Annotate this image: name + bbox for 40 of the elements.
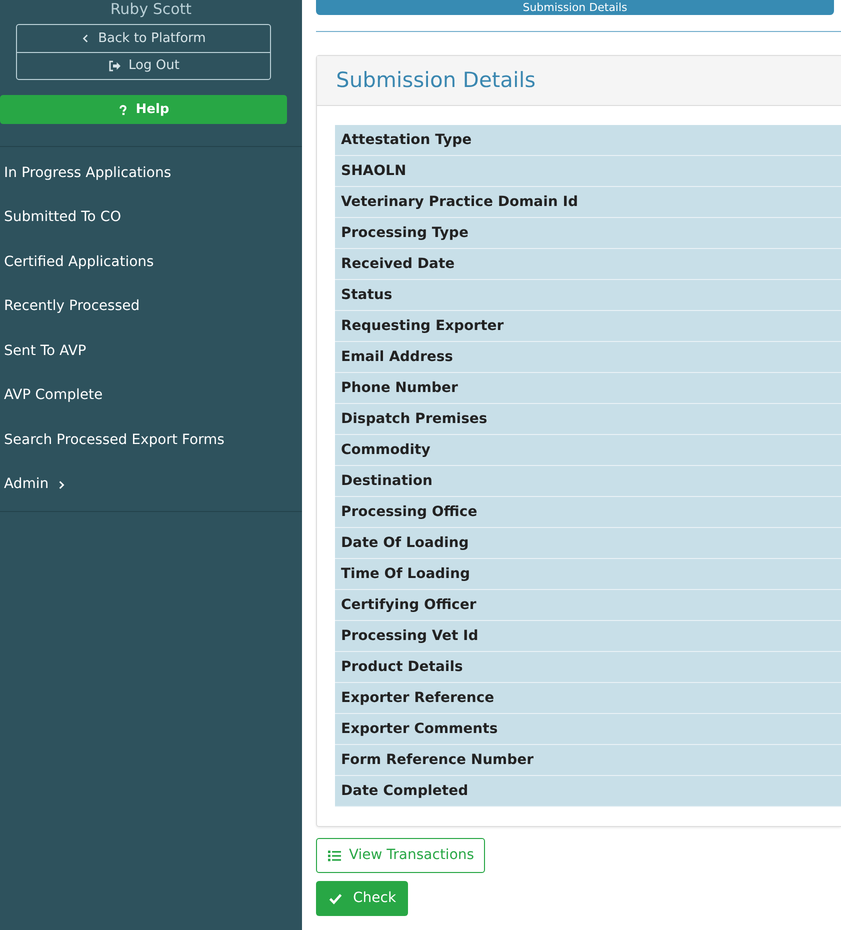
field-label: Received Date [335, 249, 841, 280]
user-name: Ruby Scott [109, 0, 193, 20]
sign-out-icon [108, 60, 121, 72]
list-icon [327, 849, 342, 862]
field-label: Processing Office [335, 497, 841, 528]
field-label: SHAOLN [335, 156, 841, 187]
log-out-button[interactable]: Log Out [17, 52, 270, 79]
nav-link[interactable]: Sent To AVP [0, 329, 302, 374]
field-label: Certifying Officer [335, 590, 841, 621]
nav-link[interactable]: AVP Complete [0, 374, 302, 418]
nav-link[interactable]: Certified Applications [0, 240, 302, 284]
field-label: Veterinary Practice Domain Id [335, 187, 841, 218]
question-mark-icon [118, 102, 128, 116]
field-label: Email Address [335, 342, 841, 373]
field-label: Commodity [335, 435, 841, 466]
field-label: Phone Number [335, 373, 841, 404]
back-button[interactable]: Back to Platform [17, 25, 270, 52]
field-label: Form Reference Number [335, 745, 841, 776]
field-label: Status [335, 280, 841, 311]
field-label: Date Of Loading [335, 528, 841, 559]
field-label: Exporter Comments [335, 714, 841, 745]
nav-link[interactable]: In Progress Applications [0, 151, 302, 196]
nav-link[interactable]: Admin [0, 462, 302, 507]
chevron-left-icon [81, 33, 90, 44]
card-title: Submission Details [317, 56, 841, 106]
field-label: Dispatch Premises [335, 404, 841, 435]
nav-link[interactable]: Search Processed Export Forms [0, 418, 302, 462]
field-label: Time Of Loading [335, 559, 841, 590]
field-label: Destination [335, 466, 841, 497]
submission-details-button[interactable]: Submission Details [316, 0, 834, 15]
field-label: Attestation Type [335, 125, 841, 156]
check-icon [328, 892, 343, 905]
field-label: Requesting Exporter [335, 311, 841, 342]
field-label: Date Completed [335, 776, 841, 807]
nav-link[interactable]: Submitted To CO [0, 196, 302, 240]
field-label: Product Details [335, 652, 841, 683]
field-label: Processing Type [335, 218, 841, 249]
nav-link[interactable]: Recently Processed [0, 284, 302, 329]
field-label: Exporter Reference [335, 683, 841, 714]
field-label: Processing Vet Id [335, 621, 841, 652]
